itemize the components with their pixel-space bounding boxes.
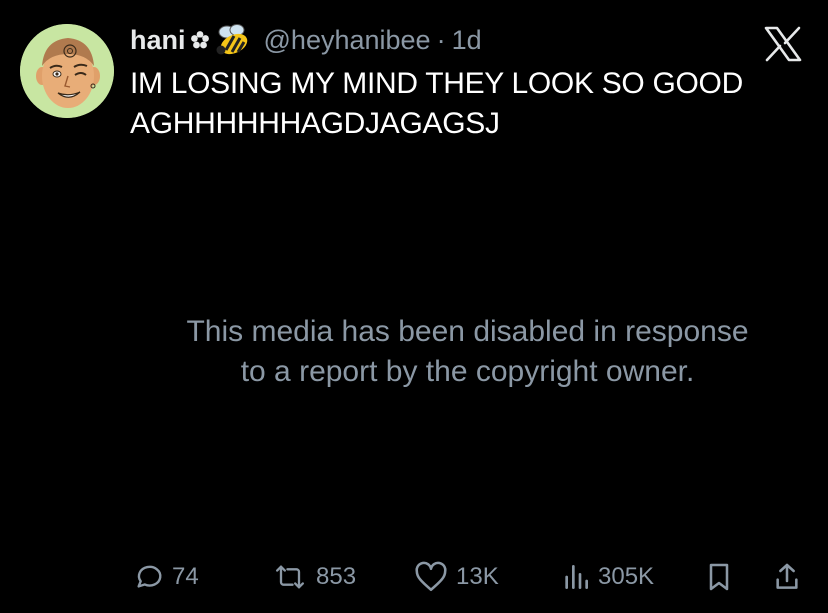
repost-button[interactable]: 853 (272, 555, 356, 599)
reply-icon (132, 561, 164, 593)
reply-button[interactable]: 74 (132, 555, 199, 599)
tweet-text-line: IM LOSING MY MIND THEY LOOK SO GOOD (130, 67, 743, 100)
tweet-header: hani @heyhanibee · 1d (130, 24, 482, 56)
share-button[interactable] (772, 555, 802, 599)
display-name[interactable]: hani (130, 25, 186, 56)
user-handle[interactable]: @heyhanibee (264, 25, 431, 56)
views-icon (562, 561, 590, 593)
avatar-illustration (20, 24, 114, 118)
bee-icon (214, 24, 254, 56)
flower-icon (190, 30, 210, 50)
heart-icon (414, 561, 448, 593)
separator-dot: · (436, 24, 446, 55)
reply-count: 74 (172, 563, 199, 590)
action-bar: 74 853 13K 305K (0, 555, 828, 599)
tweet-card: hani @heyhanibee · 1d IM LOSING MY MIND … (0, 0, 828, 613)
media-disabled-notice: This media has been disabled in response… (130, 312, 805, 392)
views-button[interactable]: 305K (562, 555, 654, 599)
x-logo-icon (763, 26, 803, 62)
bookmark-button[interactable] (704, 555, 734, 599)
timestamp[interactable]: 1d (452, 25, 482, 56)
repost-icon (272, 561, 308, 593)
media-notice-line: to a report by the copyright owner. (240, 355, 695, 388)
avatar[interactable] (20, 24, 114, 118)
repost-count: 853 (316, 563, 357, 590)
tweet-text-line: AGHHHHHHAGDJAGAGSJ (130, 107, 500, 140)
tweet-text: IM LOSING MY MIND THEY LOOK SO GOOD AGHH… (130, 64, 790, 144)
views-count: 305K (598, 563, 655, 590)
like-button[interactable]: 13K (414, 555, 499, 599)
like-count: 13K (456, 563, 499, 590)
bookmark-icon (704, 561, 734, 593)
media-notice-line: This media has been disabled in response (186, 315, 749, 348)
share-icon (772, 561, 802, 593)
